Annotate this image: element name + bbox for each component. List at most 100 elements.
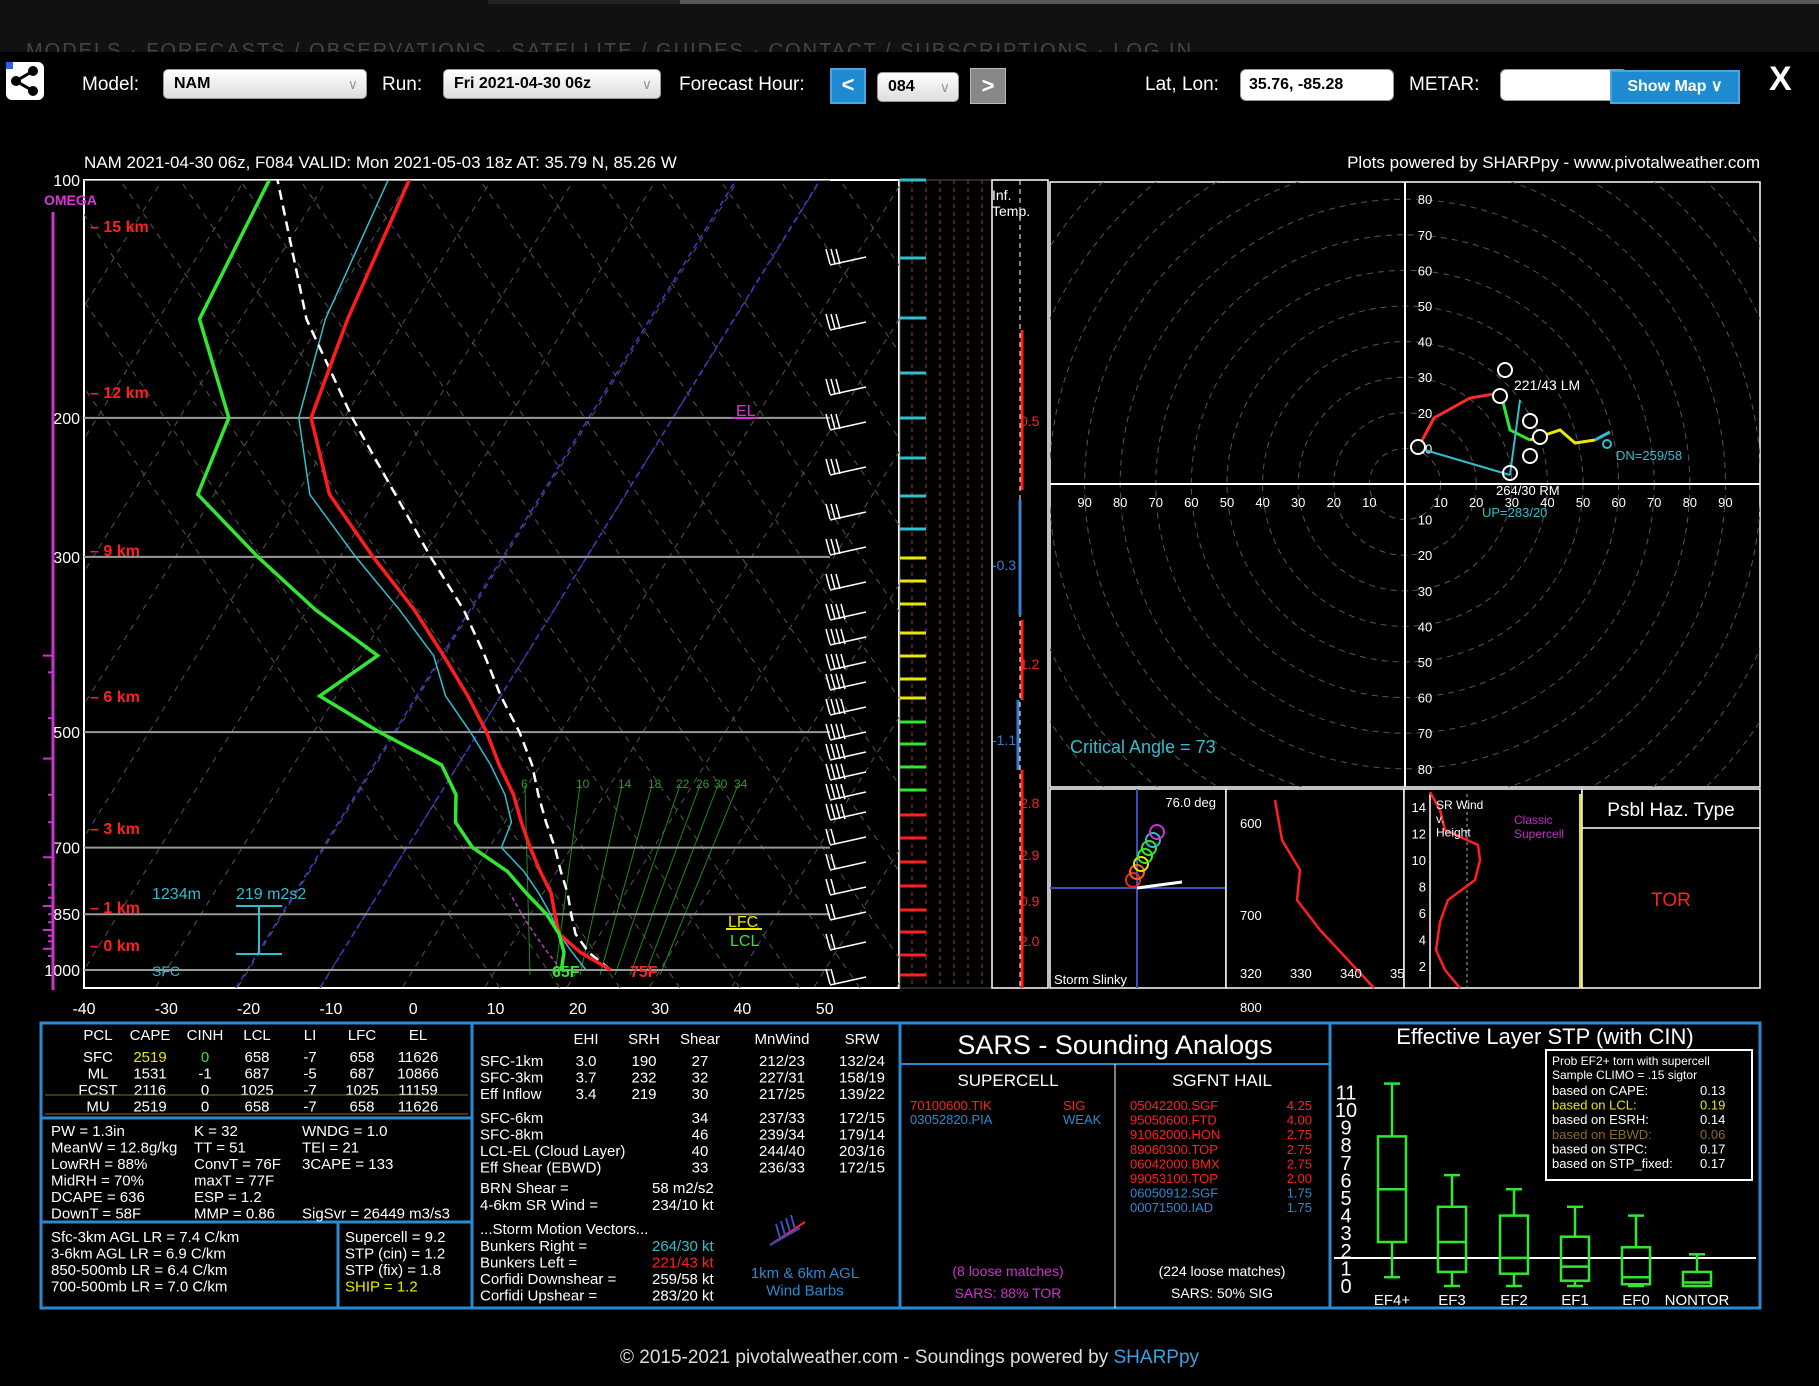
dry-adiabat xyxy=(359,180,899,959)
mixing-ratio-line xyxy=(599,784,653,976)
mixing-ratio-label: 22 xyxy=(676,777,690,791)
kinematics-cell: 172/15 xyxy=(839,1160,885,1177)
pressure-label: 1000 xyxy=(44,963,80,980)
hodo-ring-label: 70 xyxy=(1418,228,1432,243)
mixing-ratio-line xyxy=(614,784,681,976)
hodo-ring-label: 40 xyxy=(1418,619,1432,634)
kinematics-cell: 40 xyxy=(692,1143,709,1160)
motion-value: 259/58 kt xyxy=(652,1271,715,1288)
parcel-cell: 11159 xyxy=(398,1082,438,1099)
parcel-cell: -7 xyxy=(303,1082,316,1099)
index-value: WNDG = 1.0 xyxy=(302,1123,387,1140)
mixing-ratio-label: 10 xyxy=(576,777,590,791)
inferred-temp-value: 1.2 xyxy=(1020,656,1040,672)
parcel-cell: 658 xyxy=(244,1099,269,1116)
sars-supercell-type: SIG xyxy=(1063,1098,1085,1113)
index-value: DownT = 58F xyxy=(51,1206,141,1223)
parcel-cell: 1025 xyxy=(345,1082,378,1099)
theta-pressure-label: 700 xyxy=(1240,908,1262,923)
theta-axis-label: 35 xyxy=(1390,966,1404,981)
hodo-ring-label: 10 xyxy=(1418,513,1432,528)
kinematics-cell: 27 xyxy=(692,1053,709,1070)
slinky-deg: 76.0 deg xyxy=(1165,795,1216,810)
wind-barb xyxy=(825,413,867,431)
isotherm xyxy=(84,180,410,706)
theta-pressure-label: 800 xyxy=(1240,1000,1262,1015)
sars-hail-header: SGFNT HAIL xyxy=(1172,1071,1272,1090)
kinematics-row-label: LCL-EL (Cloud Layer) xyxy=(480,1143,625,1160)
kinematics-cell: 172/15 xyxy=(839,1110,885,1127)
kinematics-header: EHI xyxy=(573,1031,598,1048)
height-label: – 15 km xyxy=(90,219,149,236)
wind-barb xyxy=(825,653,867,671)
stp-prob-label: based on CAPE: xyxy=(1552,1083,1648,1098)
stp-category: EF4+ xyxy=(1374,1292,1411,1309)
motion-label: Corfidi Downshear = xyxy=(480,1271,617,1288)
pressure-label: 100 xyxy=(53,173,80,190)
mixing-ratio-label: 14 xyxy=(618,777,632,791)
hodo-ring-label: 60 xyxy=(1418,263,1432,278)
wind-barb xyxy=(825,603,867,621)
kinematics-row-label: SFC-1km xyxy=(480,1053,543,1070)
esrh-height: 1234m xyxy=(152,886,201,903)
inferred-temp-value: 2.0 xyxy=(1020,933,1040,949)
hodo-lm-label: 221/43 LM xyxy=(1514,377,1580,393)
dry-adiabat xyxy=(84,213,621,988)
inferred-temp-value: 0.9 xyxy=(1020,893,1040,909)
hodo-ring-label: 90 xyxy=(1077,495,1091,510)
pressure-label: 200 xyxy=(53,411,80,428)
sars-supercell-match: 70100600.TIK xyxy=(910,1098,992,1113)
mixing-ratio-line xyxy=(659,784,739,976)
stp-prob-value: 0.14 xyxy=(1700,1112,1725,1127)
theta-pressure-label: 600 xyxy=(1240,816,1262,831)
stp-category: EF1 xyxy=(1561,1292,1589,1309)
footer-text: © 2015-2021 pivotalweather.com - Soundin… xyxy=(619,1347,1114,1368)
srw46-label: 4-6km SR Wind = xyxy=(480,1197,598,1214)
wind-barb xyxy=(825,803,867,821)
stp-prob-label: based on STPC: xyxy=(1552,1141,1647,1156)
brn-label: BRN Shear = xyxy=(480,1180,569,1197)
sars-supercell-match: 03052820.PIA xyxy=(910,1112,993,1127)
sars-supercell-type: WEAK xyxy=(1063,1112,1102,1127)
sars-hail-size: 2.75 xyxy=(1287,1156,1312,1171)
sfc-dewpoint: 65F xyxy=(552,964,580,981)
pressure-label: 700 xyxy=(53,841,80,858)
sars-supercell-header: SUPERCELL xyxy=(957,1071,1058,1090)
height-label: – 12 km xyxy=(90,385,149,402)
sounding-plot: NAM 2021-04-30 06z, F084 VALID: Mon 2021… xyxy=(39,153,1762,1310)
inferred-temp-value: -1.1 xyxy=(992,732,1016,748)
kinematics-cell: 3.4 xyxy=(576,1086,597,1103)
plot-header-left: NAM 2021-04-30 06z, F084 VALID: Mon 2021… xyxy=(84,153,677,172)
sars-title: SARS - Sounding Analogs xyxy=(957,1030,1272,1060)
sharppy-link[interactable]: SHARPpy xyxy=(1114,1347,1200,1368)
hodo-ring-label: 80 xyxy=(1418,192,1432,207)
temp-tick-label: -30 xyxy=(155,1001,178,1018)
mixing-ratio-label: 34 xyxy=(734,777,748,791)
dry-adiabat xyxy=(299,180,861,988)
kinematics-cell: 46 xyxy=(692,1127,709,1144)
parcel-cell: 687 xyxy=(349,1066,374,1083)
kinematics-row-label: Eff Shear (EBWD) xyxy=(480,1160,601,1177)
hodo-ring-label: 60 xyxy=(1184,495,1198,510)
wind-barb xyxy=(825,968,867,986)
parcel-header: LCL xyxy=(243,1027,271,1044)
hodo-ring-label: 20 xyxy=(1327,495,1341,510)
sars-hail-size: 4.00 xyxy=(1287,1113,1312,1128)
kinematics-header: Shear xyxy=(680,1031,720,1048)
stp-prob-label: based on STP_fixed: xyxy=(1552,1156,1673,1171)
sfc-label: SFC xyxy=(152,963,180,979)
isotherm xyxy=(84,180,163,308)
parcel-cell: 2116 xyxy=(134,1082,166,1099)
kinematics-cell: 239/34 xyxy=(759,1127,805,1144)
temp-tick-label: -40 xyxy=(72,1001,95,1018)
wind-barbs xyxy=(825,248,867,986)
stp-category: EF0 xyxy=(1622,1292,1650,1309)
sars-hail-size: 2.00 xyxy=(1287,1171,1312,1186)
esrh-value: 219 m2s2 xyxy=(236,886,306,903)
stp-prob-value: 0.17 xyxy=(1700,1156,1725,1171)
inferred-temp-value: 2.8 xyxy=(1020,795,1040,811)
parcel-cell: ML xyxy=(88,1066,109,1083)
parcel-cell: -7 xyxy=(303,1049,316,1066)
stp-category: NONTOR xyxy=(1665,1292,1730,1309)
inferred-temp-value: 2.9 xyxy=(1020,847,1040,863)
